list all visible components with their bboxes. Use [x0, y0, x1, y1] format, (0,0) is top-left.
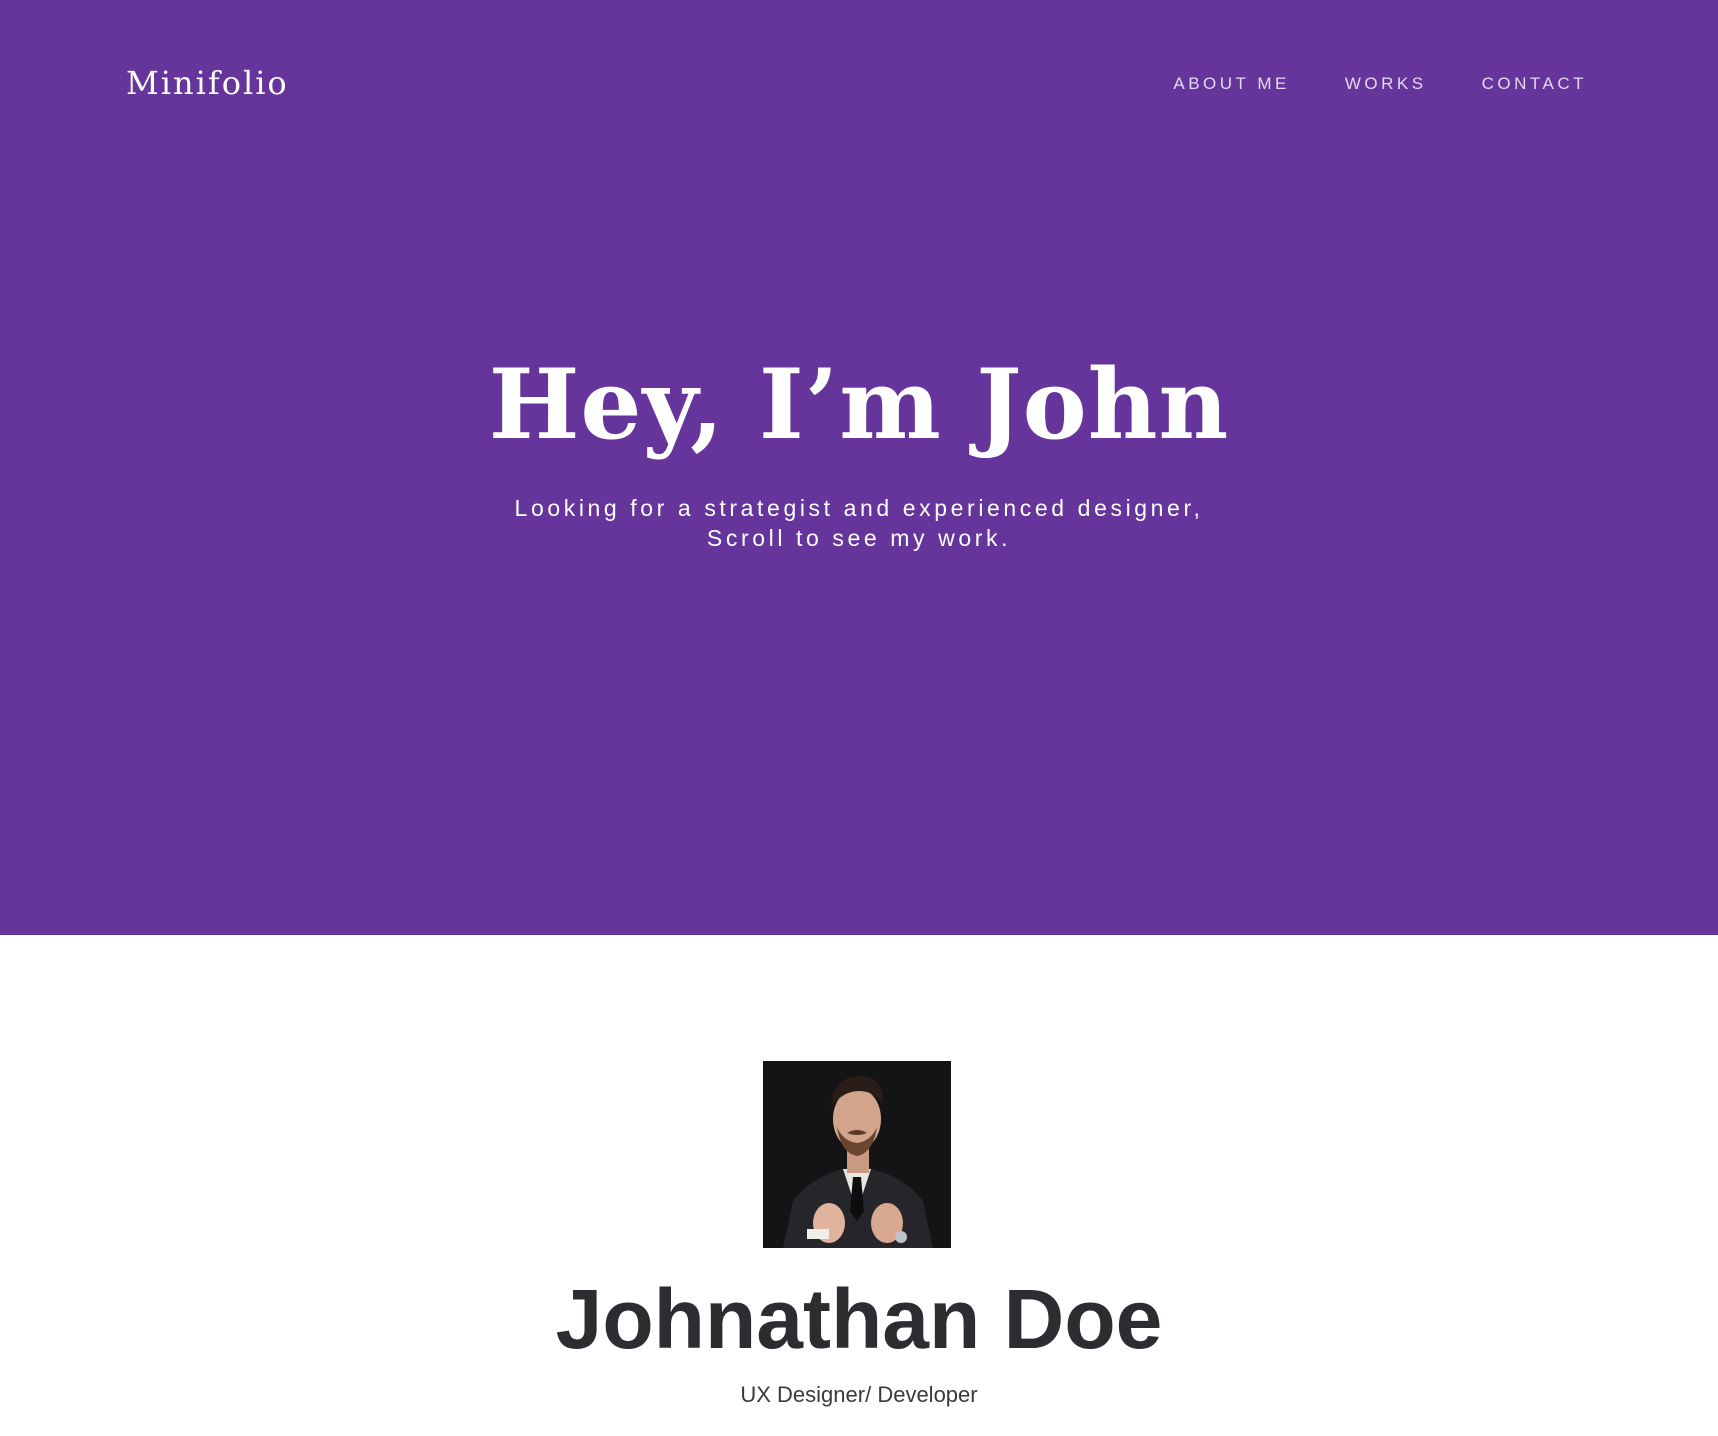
hero-subtitle-line-2: Scroll to see my work.: [706, 525, 1012, 551]
profile-photo: [763, 1061, 951, 1248]
profile-role: UX Designer/ Developer: [740, 1382, 978, 1407]
nav-about-me[interactable]: ABOUT ME: [1173, 74, 1289, 94]
nav-works[interactable]: WORKS: [1345, 74, 1427, 94]
profile-section: Johnathan Doe UX Designer/ Developer: [0, 935, 1718, 1436]
main-nav: ABOUT ME WORKS CONTACT: [1173, 74, 1587, 94]
profile-name: Johnathan Doe: [555, 1272, 1163, 1366]
site-logo[interactable]: Minifolio: [126, 64, 289, 102]
hero-subtitle: Looking for a strategist and experienced…: [0, 493, 1718, 553]
hero-section: Minifolio ABOUT ME WORKS CONTACT Hey, I’…: [0, 0, 1718, 935]
portrait-photo-icon: [763, 1061, 951, 1248]
nav-contact[interactable]: CONTACT: [1482, 74, 1587, 94]
hero-title: Hey, I’m John: [488, 348, 1230, 461]
hero-subtitle-line-1: Looking for a strategist and experienced…: [514, 495, 1204, 521]
